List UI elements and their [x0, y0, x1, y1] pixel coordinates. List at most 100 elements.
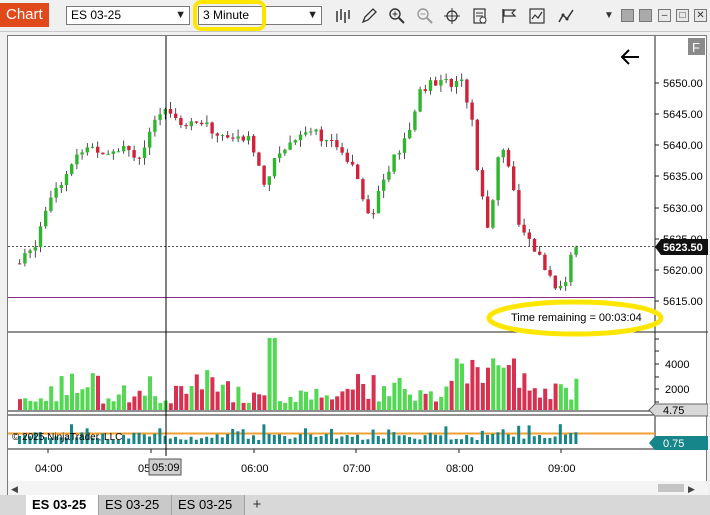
- strategy-icon[interactable]: [500, 7, 518, 25]
- candle-body: [168, 109, 173, 114]
- candle-body: [548, 270, 552, 276]
- zoom-in-icon[interactable]: [388, 7, 406, 25]
- oscillator-bar: [408, 436, 411, 444]
- scroll-left-icon[interactable]: ◀: [11, 484, 18, 494]
- volume-bar: [558, 384, 563, 410]
- chart-title[interactable]: Chart: [0, 3, 49, 27]
- candle-body: [465, 79, 469, 103]
- candle-body: [366, 199, 370, 214]
- tab-es-03-25-active[interactable]: ES 03-25: [26, 495, 99, 515]
- volume-bar: [553, 383, 558, 410]
- oscillator-bar: [538, 435, 541, 444]
- tile-window-2-icon[interactable]: [639, 9, 652, 22]
- oscillator-bar: [246, 438, 250, 444]
- oscillator-bar: [480, 430, 484, 444]
- price-tick: 5640.00: [663, 140, 703, 152]
- candle-body: [194, 121, 199, 123]
- oscillator-bar: [132, 432, 136, 444]
- copyright-text: © 2025 NinjaTrader, LLC: [12, 432, 122, 443]
- oscillator-bar: [231, 428, 235, 444]
- scroll-right-icon[interactable]: ▶: [688, 484, 695, 494]
- candle-body: [288, 142, 292, 150]
- volume-bar: [137, 390, 142, 410]
- volume-bar: [189, 385, 194, 410]
- candle-body: [538, 251, 542, 255]
- oscillator-bar: [543, 438, 547, 444]
- tab-es-03-25-3[interactable]: ES 03-25: [172, 495, 245, 515]
- minimize-icon[interactable]: –: [658, 9, 671, 22]
- candle-body: [356, 164, 360, 180]
- oscillator-bar: [345, 435, 349, 444]
- indicators-icon[interactable]: [528, 7, 546, 25]
- oscillator-bar: [288, 438, 292, 444]
- candle-body: [137, 157, 141, 159]
- f-button-label: F: [692, 40, 700, 55]
- candle-body: [512, 166, 516, 191]
- oscillator-bar: [278, 434, 281, 444]
- oscillator-bar: [470, 437, 474, 444]
- candle-body: [236, 136, 240, 139]
- candle-body: [23, 253, 27, 264]
- candle-body: [392, 154, 396, 172]
- horizontal-scrollbar[interactable]: [8, 481, 708, 495]
- instrument-selector[interactable]: ES 03-25 ▼: [66, 6, 190, 25]
- crosshair-time-label: 05:09: [152, 462, 180, 474]
- oscillator-bar: [350, 436, 354, 444]
- volume-bar: [288, 396, 293, 410]
- candle-body: [324, 139, 329, 142]
- volume-bar: [23, 398, 28, 410]
- candle-body: [480, 170, 485, 197]
- volume-bar: [106, 398, 111, 410]
- candle-body: [158, 114, 162, 120]
- volume-bar: [252, 392, 256, 410]
- chart-panel[interactable]: 5650.00 5645.00 5640.00 5635.00 5630.00 …: [7, 35, 708, 496]
- candle-body: [475, 119, 479, 171]
- candle-body: [460, 79, 464, 81]
- volume-bar: [220, 384, 225, 410]
- candle-body: [106, 153, 110, 155]
- close-icon[interactable]: ✕: [694, 9, 707, 22]
- candle-body: [428, 80, 433, 91]
- zoom-out-icon[interactable]: [416, 7, 434, 25]
- candle-body: [345, 152, 349, 162]
- volume-bar: [434, 401, 438, 410]
- add-tab-button[interactable]: +: [246, 495, 268, 515]
- oscillator-bar: [361, 439, 365, 444]
- volume-bar: [304, 391, 308, 410]
- candle-body: [330, 139, 334, 141]
- candle-body: [241, 136, 245, 141]
- oscillator-bar: [236, 431, 240, 444]
- candle-body: [470, 102, 474, 120]
- data-box-icon[interactable]: [471, 7, 489, 25]
- menu-dropdown-icon[interactable]: ▼: [600, 7, 618, 25]
- time-axis: 04:00 05:00 06:00 07:00 08:00 09:00: [35, 449, 576, 475]
- volume-bar: [402, 389, 407, 410]
- scrollbar-thumb[interactable]: [658, 484, 684, 492]
- candle-body: [491, 200, 495, 228]
- volume-bar: [376, 401, 381, 410]
- time-tick: 07:00: [343, 463, 371, 475]
- volume-bar: [205, 370, 210, 410]
- candle-body: [574, 247, 578, 255]
- candle-body: [75, 154, 79, 165]
- volume-bar: [44, 400, 48, 410]
- bar-style-icon[interactable]: [334, 7, 352, 25]
- draw-pencil-icon[interactable]: [360, 7, 378, 25]
- tab-es-03-25-2[interactable]: ES 03-25: [99, 495, 172, 515]
- volume-bar: [127, 402, 132, 410]
- tile-window-icon[interactable]: [621, 9, 634, 22]
- volume-bar: [215, 391, 220, 410]
- candle-body: [127, 145, 131, 151]
- scroll-back-arrow-icon[interactable]: [620, 49, 639, 65]
- maximize-icon[interactable]: □: [676, 9, 689, 22]
- chart-trader-icon[interactable]: [557, 7, 575, 25]
- crosshair-icon[interactable]: [443, 7, 461, 25]
- candle-body: [543, 254, 547, 271]
- oscillator-bar: [309, 434, 313, 444]
- oscillator-bar: [392, 432, 396, 444]
- volume-bar: [278, 401, 282, 410]
- candle-body: [439, 80, 443, 86]
- volume-bar: [200, 389, 204, 410]
- chart-canvas[interactable]: 5650.00 5645.00 5640.00 5635.00 5630.00 …: [8, 36, 708, 496]
- volume-bar: [366, 398, 371, 410]
